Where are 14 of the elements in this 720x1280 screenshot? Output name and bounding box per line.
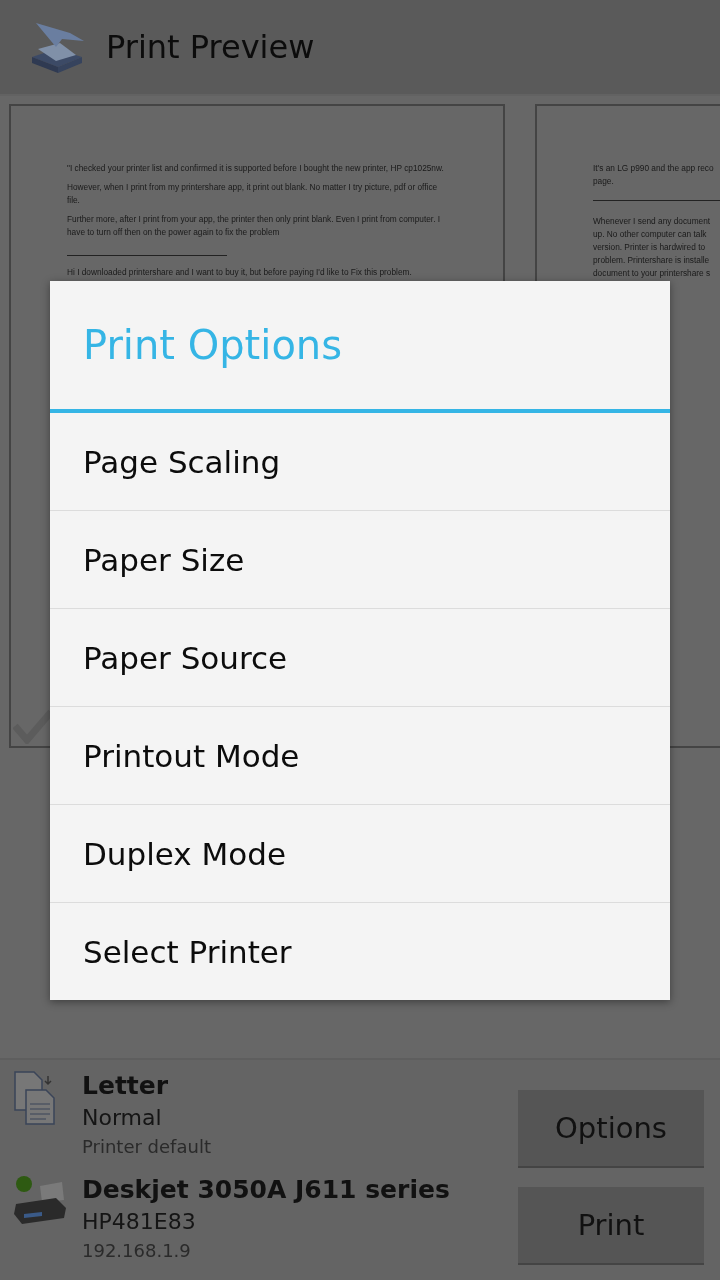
page-text: version. Printer is hardwired to	[593, 241, 707, 254]
printer-name: Deskjet 3050A J611 series	[82, 1174, 450, 1206]
printer-address: 192.168.1.9	[82, 1239, 192, 1263]
page-text: It's an LG p990 and the app reco	[593, 162, 715, 175]
printer-id: HP481E83	[82, 1208, 197, 1236]
paper-mode: Normal	[82, 1104, 163, 1132]
paper-size: Letter	[82, 1070, 170, 1102]
paper-source: Printer default	[82, 1135, 211, 1159]
page-text: up. No other computer can talk	[593, 228, 708, 241]
app-title: Print Preview	[106, 28, 315, 66]
page-text: page.	[593, 175, 615, 188]
dialog-title: Print Options	[50, 281, 670, 413]
page-text: problem. Printershare is installe	[593, 254, 711, 267]
page-text: document to your printershare s	[593, 267, 712, 280]
